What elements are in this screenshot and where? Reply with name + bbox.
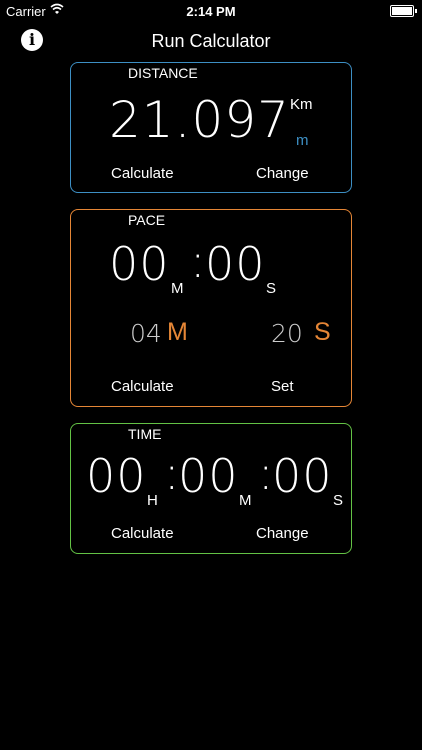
time-hours[interactable]: 00: [86, 453, 147, 499]
pace-minutes-unit: M: [171, 280, 184, 297]
pace-minutes[interactable]: 00: [109, 241, 170, 287]
pace-calculate-button[interactable]: Calculate: [111, 378, 174, 395]
pace-set-seconds[interactable]: 20: [271, 319, 303, 348]
distance-calculate-button[interactable]: Calculate: [111, 165, 174, 182]
pace-set-button[interactable]: Set: [271, 378, 294, 395]
battery-icon: [390, 5, 417, 17]
nav-bar: i Run Calculator: [0, 28, 422, 56]
distance-value[interactable]: 21.097: [109, 95, 290, 145]
distance-change-button[interactable]: Change: [256, 165, 309, 182]
pace-set-minutes[interactable]: 04: [130, 319, 162, 348]
pace-set-minutes-unit: M: [167, 318, 188, 346]
time-minutes[interactable]: 00: [178, 453, 239, 499]
time-seconds[interactable]: 00: [272, 453, 333, 499]
time-card: TIME 00 H : 00 M : 00 S Calculate Change: [70, 423, 352, 554]
page-title: Run Calculator: [151, 31, 271, 51]
distance-unit-m[interactable]: m: [296, 132, 309, 149]
time-change-button[interactable]: Change: [256, 525, 309, 542]
time-minutes-unit: M: [239, 492, 252, 509]
time-hours-unit: H: [147, 492, 158, 509]
pace-seconds-unit: S: [266, 280, 277, 297]
status-time: 2:14 PM: [186, 4, 236, 19]
time-calculate-button[interactable]: Calculate: [111, 525, 174, 542]
time-seconds-unit: S: [333, 492, 344, 509]
pace-label: PACE: [128, 212, 166, 228]
pace-set-seconds-unit: S: [314, 318, 331, 346]
distance-label: DISTANCE: [128, 65, 198, 81]
time-label: TIME: [128, 426, 162, 442]
pace-card: PACE 00 M : 00 S 04 M 20 S Calculate Set: [70, 209, 352, 407]
pace-seconds[interactable]: 00: [205, 241, 266, 287]
status-bar: Carrier 2:14 PM: [0, 0, 422, 22]
distance-card: DISTANCE 21.097 Km m Calculate Change: [70, 62, 352, 193]
distance-unit-km[interactable]: Km: [290, 96, 313, 113]
